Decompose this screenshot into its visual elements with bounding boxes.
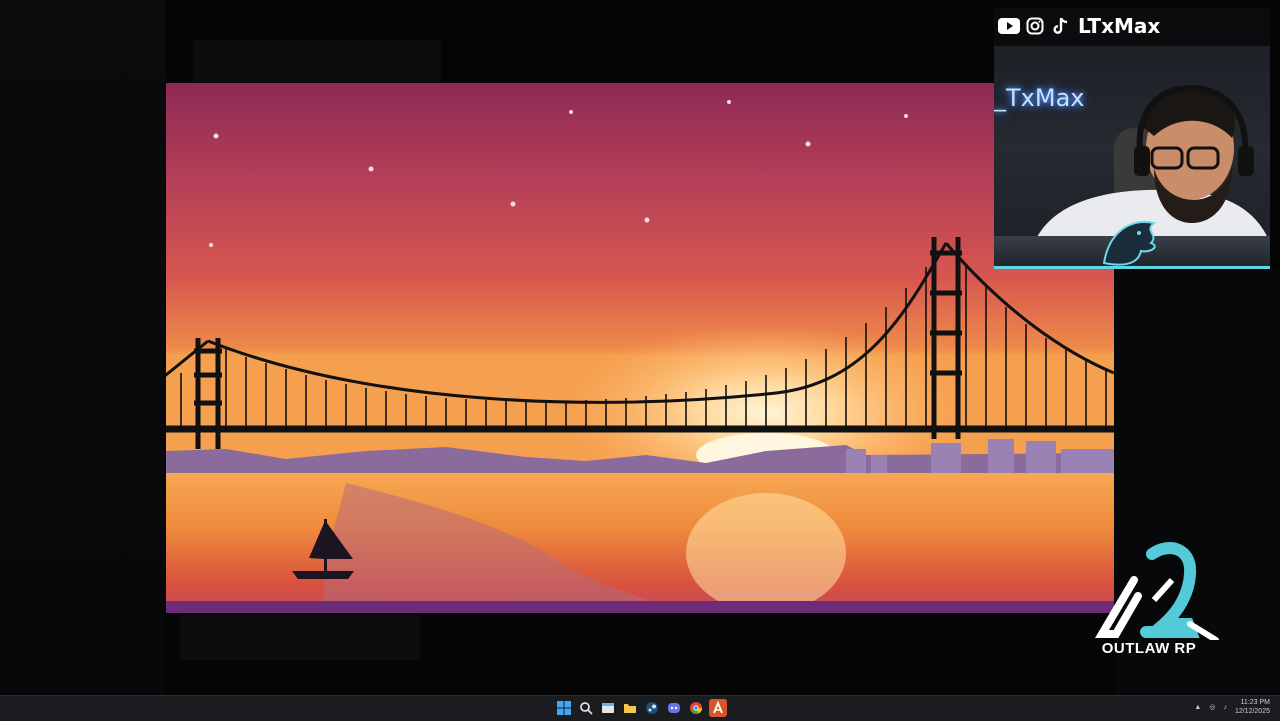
- webcam-overlay: LTxMax _TxMax: [994, 8, 1270, 269]
- painting-canvas: [166, 83, 1114, 613]
- paint-app-icon[interactable]: [709, 699, 727, 717]
- clock-date: 12/12/2025: [1234, 708, 1270, 715]
- sunset-bridge-painting[interactable]: [166, 83, 1114, 613]
- windows-start-icon[interactable]: [555, 699, 573, 717]
- chevron-up-icon[interactable]: ▲: [1194, 704, 1201, 711]
- painting-bottom-edge: [166, 601, 1114, 613]
- outlaw-logo-mark: [1094, 542, 1219, 643]
- system-tray: ▲ ◎ ♪ 11:23 PM 12/12/2025: [1194, 698, 1270, 716]
- water: [166, 473, 1114, 613]
- search-icon[interactable]: [577, 699, 595, 717]
- godzilla-mascot-icon: [1102, 221, 1157, 266]
- background-thumbnail: [180, 615, 420, 660]
- volume-icon[interactable]: ♪: [1223, 704, 1227, 711]
- clock[interactable]: 11:23 PM 12/12/2025: [1235, 698, 1270, 716]
- logo-text: OUTLAW RP: [1101, 640, 1197, 657]
- taskbar: ▲ ◎ ♪ 11:23 PM 12/12/2025: [0, 695, 1280, 721]
- wifi-icon[interactable]: ◎: [1209, 703, 1215, 711]
- folder-icon[interactable]: [621, 699, 639, 717]
- taskbar-apps: [555, 699, 727, 717]
- chrome-icon[interactable]: [687, 699, 705, 717]
- background-thumbnail: [193, 40, 441, 82]
- steam-icon[interactable]: [643, 699, 661, 717]
- outlaw-rp-logo: OUTLAW RP: [1094, 540, 1224, 660]
- clock-time: 11:23 PM: [1240, 699, 1270, 706]
- file-explorer-icon[interactable]: [599, 699, 617, 717]
- background-app-sidebar: [0, 0, 165, 695]
- discord-icon[interactable]: [665, 699, 683, 717]
